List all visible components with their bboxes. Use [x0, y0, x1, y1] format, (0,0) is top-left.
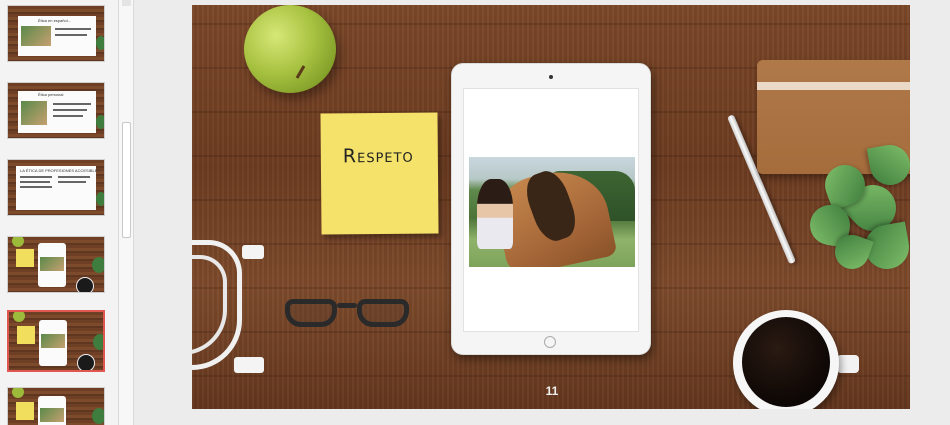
- thumbnail-sticky-note: [16, 402, 34, 420]
- sticky-note-text[interactable]: Respeto: [343, 145, 414, 168]
- plant-leaf: [866, 141, 910, 189]
- apple-image: [244, 5, 336, 93]
- tablet-mockup: [451, 63, 651, 355]
- slide-thumbnail[interactable]: [7, 387, 105, 425]
- thumbnail-sticky-note: [17, 326, 35, 344]
- notebook-band: [757, 82, 910, 90]
- slide-thumbnail[interactable]: Ética en español...: [7, 5, 105, 62]
- thumbnail-image: [21, 26, 51, 46]
- thumbnail-plant: [92, 408, 104, 424]
- thumbnail-cup: [77, 354, 95, 370]
- eyeglasses-image: [283, 293, 415, 331]
- thumbnail-scrollbar[interactable]: [118, 0, 134, 425]
- thumbnail-text-line: [20, 176, 52, 178]
- tablet-camera: [549, 75, 553, 79]
- cable-connector: [242, 245, 264, 259]
- cup-handle: [837, 355, 859, 373]
- glasses-lens: [285, 299, 337, 327]
- usb-plug: [234, 357, 264, 373]
- succulent-plant-image: [806, 141, 910, 285]
- thumbnail-text-line: [55, 28, 91, 30]
- thumbnail-image: [21, 101, 47, 125]
- thumbnail-plant: [96, 192, 104, 206]
- sticky-note[interactable]: Respeto: [320, 112, 439, 235]
- thumbnail-text-line: [20, 186, 52, 188]
- scrollbar-thumb[interactable]: [122, 122, 131, 238]
- current-slide[interactable]: Respeto 11: [192, 5, 910, 409]
- slide-thumbnail-selected[interactable]: [7, 310, 105, 372]
- thumbnail-apple: [13, 312, 25, 322]
- thumbnail-cup: [76, 277, 94, 292]
- glasses-lens: [357, 299, 409, 327]
- slide-editor-canvas: Respeto 11: [134, 0, 950, 425]
- thumbnail-title: Ética en español...: [38, 18, 71, 23]
- slide-thumbnail[interactable]: Ética personal: [7, 82, 105, 139]
- thumbnail-title: LA ÉTICA DE PROFESIONES ACCESIBLES: [20, 168, 101, 173]
- thumbnail-plant: [93, 334, 103, 350]
- thumbnail-title: Ética personal: [38, 92, 64, 97]
- thumbnail-text-line: [58, 176, 90, 178]
- coffee: [742, 317, 830, 407]
- thumbnail-plant: [92, 257, 104, 273]
- thumbnail-text-line: [20, 181, 50, 183]
- horse-photo[interactable]: [469, 157, 635, 267]
- thumbnail-image: [40, 408, 64, 422]
- thumbnail-text-line: [58, 181, 86, 183]
- thumbnail-text-line: [53, 115, 83, 117]
- slide-thumbnail[interactable]: [7, 236, 105, 293]
- thumbnail-text-line: [53, 103, 91, 105]
- slide-thumbnail-pane: Ética en español... Ética personal LA ÉT…: [0, 0, 118, 425]
- thumbnail-sticky-note: [16, 249, 34, 267]
- thumbnail-plant: [96, 36, 104, 50]
- scroll-up-button[interactable]: [122, 0, 131, 6]
- tablet-home-button: [544, 336, 556, 348]
- slide-number: 11: [545, 384, 559, 398]
- thumbnail-text-line: [53, 109, 87, 111]
- thumbnail-image: [41, 334, 65, 348]
- thumbnail-plant: [96, 115, 104, 129]
- thumbnail-text-line: [55, 34, 87, 36]
- tablet-screen: [463, 88, 639, 332]
- glasses-bridge: [337, 303, 357, 308]
- slide-thumbnail[interactable]: LA ÉTICA DE PROFESIONES ACCESIBLES: [7, 159, 105, 216]
- thumbnail-image: [40, 257, 64, 271]
- photo-girl: [477, 179, 513, 249]
